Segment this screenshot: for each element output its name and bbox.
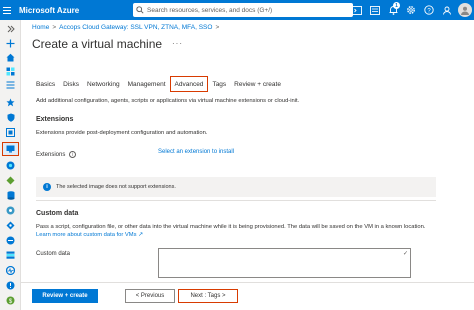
cosmos-db-icon[interactable] bbox=[2, 203, 19, 217]
dashboard-icon[interactable] bbox=[2, 64, 19, 78]
app-services-icon[interactable] bbox=[2, 158, 19, 172]
brand-title[interactable]: Microsoft Azure bbox=[19, 6, 79, 15]
tab-disks[interactable]: Disks bbox=[59, 76, 83, 92]
top-icons: 1 ? bbox=[348, 0, 472, 20]
info-circle-icon: i bbox=[43, 183, 51, 191]
left-rail: $ bbox=[0, 20, 21, 310]
tab-review-create[interactable]: Review + create bbox=[230, 76, 285, 92]
load-balancer-icon[interactable] bbox=[2, 233, 19, 247]
create-resource-icon[interactable] bbox=[2, 36, 19, 50]
more-options-icon[interactable]: ··· bbox=[172, 39, 183, 48]
checkmark-icon: ✓ bbox=[402, 251, 408, 257]
tab-networking[interactable]: Networking bbox=[83, 76, 124, 92]
learn-more-custom-data-link[interactable]: Learn more about custom data for VMs ↗ bbox=[36, 232, 143, 238]
monitor-icon[interactable] bbox=[2, 263, 19, 277]
banner-text: The selected image does not support exte… bbox=[56, 184, 176, 190]
directory-icon[interactable] bbox=[366, 0, 384, 20]
tab-bar: Basics Disks Networking Management Advan… bbox=[32, 75, 285, 93]
previous-button[interactable]: < Previous bbox=[125, 289, 175, 303]
tab-tags[interactable]: Tags bbox=[208, 76, 230, 92]
learn-more-text: Learn more about custom data for VMs bbox=[36, 232, 137, 238]
page-title: Create a virtual machine bbox=[32, 37, 163, 51]
footer-bar: Review + create < Previous Next : Tags > bbox=[21, 282, 474, 310]
breadcrumb-home[interactable]: Home bbox=[32, 24, 49, 31]
tab-advanced[interactable]: Advanced bbox=[169, 76, 209, 92]
review-create-button[interactable]: Review + create bbox=[32, 289, 98, 303]
menu-icon[interactable] bbox=[3, 0, 15, 20]
gear-icon[interactable] bbox=[402, 0, 420, 20]
tab-basics[interactable]: Basics bbox=[32, 76, 59, 92]
notification-badge: 1 bbox=[393, 2, 400, 9]
avatar[interactable] bbox=[458, 3, 472, 17]
home-icon[interactable] bbox=[2, 50, 19, 64]
resource-groups-icon[interactable] bbox=[2, 125, 19, 139]
select-extension-link[interactable]: Select an extension to install bbox=[158, 149, 234, 155]
favorites-star-icon[interactable] bbox=[2, 95, 19, 109]
search-box[interactable]: Search resources, services, and docs (G+… bbox=[133, 3, 353, 17]
extensions-label-text: Extensions bbox=[36, 151, 66, 158]
expand-icon[interactable] bbox=[2, 22, 19, 36]
info-banner: i The selected image does not support ex… bbox=[36, 177, 436, 197]
virtual-machines-icon[interactable] bbox=[2, 142, 19, 156]
search-placeholder: Search resources, services, and docs (G+… bbox=[147, 6, 273, 14]
section-divider bbox=[36, 200, 436, 201]
breadcrumb-marketplace-item[interactable]: Accops Cloud Gateway: SSL VPN, ZTNA, MFA… bbox=[59, 24, 212, 31]
cost-management-icon[interactable]: $ bbox=[2, 293, 19, 307]
custom-data-description-text: Pass a script, configuration file, or ot… bbox=[36, 224, 426, 230]
extensions-description: Extensions provide post-deployment confi… bbox=[36, 130, 208, 136]
help-icon[interactable]: ? bbox=[420, 0, 438, 20]
breadcrumb-separator: > bbox=[52, 24, 57, 31]
breadcrumb-separator: > bbox=[215, 24, 220, 31]
custom-data-description: Pass a script, configuration file, or ot… bbox=[36, 223, 426, 239]
extensions-field-label: Extensions i bbox=[36, 151, 77, 158]
advanced-description: Add additional configuration, agents, sc… bbox=[36, 98, 300, 104]
custom-data-label: Custom data bbox=[36, 251, 71, 257]
extensions-heading: Extensions bbox=[36, 116, 74, 123]
virtual-network-icon[interactable] bbox=[2, 218, 19, 232]
info-icon[interactable]: i bbox=[69, 151, 77, 158]
storage-accounts-icon[interactable] bbox=[2, 248, 19, 262]
sql-database-icon[interactable] bbox=[2, 188, 19, 202]
top-bar: Microsoft Azure Search resources, servic… bbox=[0, 0, 474, 20]
bell-icon[interactable]: 1 bbox=[384, 0, 402, 20]
search-icon bbox=[133, 3, 147, 17]
external-link-icon: ↗ bbox=[138, 232, 144, 238]
main-content: Home > Accops Cloud Gateway: SSL VPN, ZT… bbox=[21, 20, 474, 310]
breadcrumb: Home > Accops Cloud Gateway: SSL VPN, ZT… bbox=[32, 24, 219, 31]
custom-data-textarea[interactable]: ✓ bbox=[158, 248, 411, 278]
advisor-icon[interactable] bbox=[2, 278, 19, 292]
terminal-icon[interactable] bbox=[348, 0, 366, 20]
custom-data-heading: Custom data bbox=[36, 210, 79, 217]
functions-icon[interactable] bbox=[2, 173, 19, 187]
feedback-icon[interactable] bbox=[438, 0, 456, 20]
all-services-icon[interactable] bbox=[2, 78, 19, 92]
next-tags-button[interactable]: Next : Tags > bbox=[178, 289, 238, 303]
tab-management[interactable]: Management bbox=[124, 76, 170, 92]
security-shield-icon[interactable] bbox=[2, 110, 19, 124]
